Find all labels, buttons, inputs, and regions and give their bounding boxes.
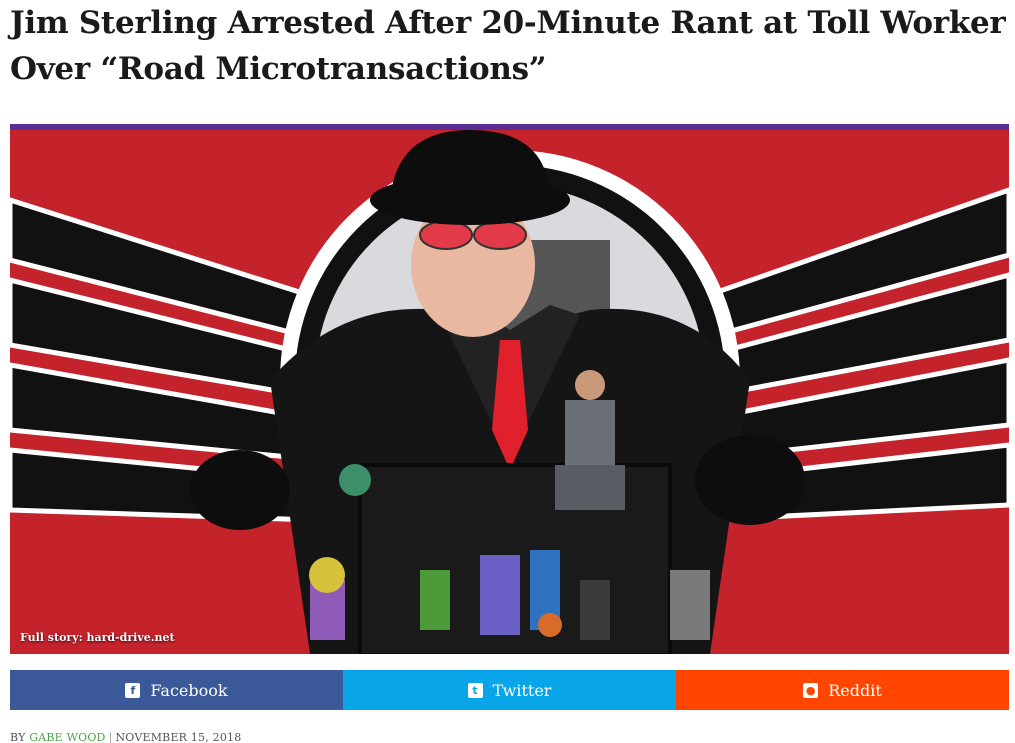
toy-pumpkin bbox=[538, 613, 562, 637]
author-link[interactable]: GABE WOOD bbox=[29, 731, 105, 743]
share-facebook-label: Facebook bbox=[150, 680, 228, 700]
share-twitter-label: Twitter bbox=[492, 680, 552, 700]
twitter-icon: t bbox=[467, 682, 483, 698]
facebook-icon: f bbox=[125, 682, 141, 698]
toy-robot bbox=[480, 555, 520, 635]
toy-skeletor-head bbox=[309, 557, 345, 593]
figure-head bbox=[575, 370, 605, 400]
publish-date: NOVEMBER 15, 2018 bbox=[115, 731, 242, 743]
glasses-left bbox=[419, 220, 473, 250]
featured-image[interactable]: Full story: hard-drive.net bbox=[10, 124, 1009, 654]
headline-line-1: Jim Sterling Arrested After 20-Minute Ra… bbox=[10, 5, 1006, 41]
toy-soldier bbox=[580, 580, 610, 640]
share-reddit-label: Reddit bbox=[828, 680, 882, 700]
right-glove bbox=[695, 435, 805, 525]
figure-legs bbox=[555, 465, 625, 510]
figure-suit bbox=[565, 400, 615, 470]
share-twitter-button[interactable]: t Twitter bbox=[343, 670, 676, 710]
share-reddit-button[interactable]: ● Reddit bbox=[676, 670, 1009, 710]
article-byline: BY GABE WOOD | NOVEMBER 15, 2018 bbox=[10, 731, 241, 743]
image-caption: Full story: hard-drive.net bbox=[20, 631, 175, 644]
glasses-right bbox=[473, 220, 527, 250]
toy-metal bbox=[670, 570, 710, 640]
left-glove bbox=[190, 450, 290, 530]
toy-link bbox=[420, 570, 450, 630]
share-facebook-button[interactable]: f Facebook bbox=[10, 670, 343, 710]
headline-line-2: Over “Road Microtransactions” bbox=[10, 51, 547, 87]
byline-prefix: BY bbox=[10, 731, 26, 743]
share-bar: f Facebook t Twitter ● Reddit bbox=[10, 670, 1009, 710]
reddit-icon: ● bbox=[803, 682, 819, 698]
byline-separator: | bbox=[108, 731, 113, 743]
article-headline: Jim Sterling Arrested After 20-Minute Ra… bbox=[10, 0, 1010, 92]
toy-badge bbox=[339, 464, 371, 496]
featured-image-illustration bbox=[10, 130, 1009, 654]
